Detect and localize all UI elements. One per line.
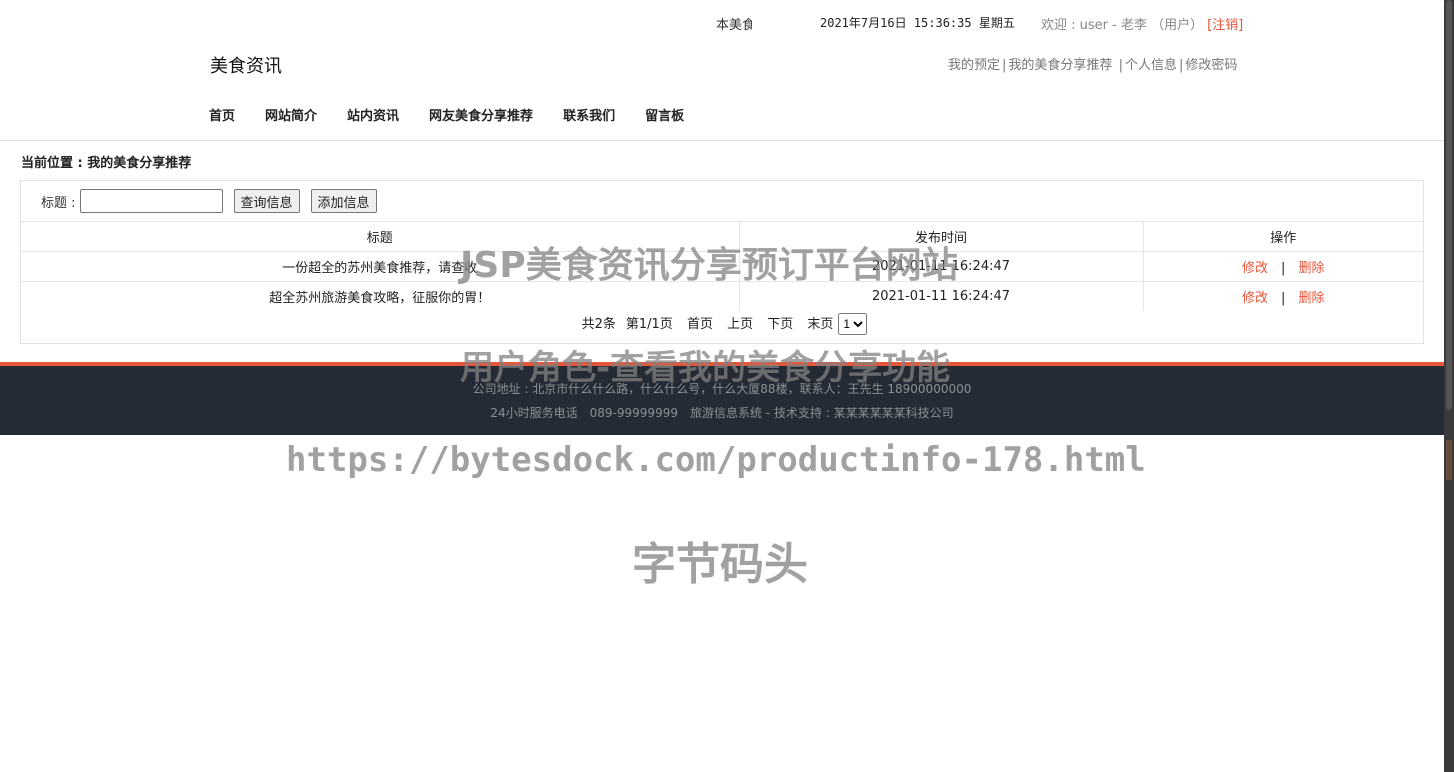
nav-food-shares[interactable]: 网友美食分享推荐 (429, 105, 533, 124)
column-header-title: 标题 (21, 221, 739, 252)
row-title: 超全苏州旅游美食攻略，征服你的胃！ (21, 281, 739, 311)
add-button[interactable]: 添加信息 (310, 189, 377, 213)
table-row: 超全苏州旅游美食攻略，征服你的胃！ 2021-01-11 16:24:47 修改… (21, 281, 1423, 311)
nav-home[interactable]: 首页 (209, 105, 235, 124)
scrollbar-thumb[interactable] (1446, 0, 1452, 410)
vertical-scrollbar[interactable] (1444, 0, 1454, 772)
my-food-shares-link[interactable]: 我的美食分享推荐 (1008, 58, 1112, 73)
nav-guestbook[interactable]: 留言板 (645, 105, 684, 124)
footer: 公司地址 : 北京市什么什么路，什么什么号，什么大厦88楼，联系人：王先生 18… (0, 362, 1444, 435)
watermark-url: https://bytesdock.com/productinfo-178.ht… (286, 440, 1146, 480)
prev-page-link[interactable]: 上页 (727, 317, 753, 332)
profile-link[interactable]: 个人信息 (1125, 58, 1177, 73)
top-bar: 本美食 2021年7月16日 15:36:35 星期五 欢迎 : user - … (0, 14, 1444, 34)
scrollbar-marker (1446, 440, 1452, 480)
column-header-actions: 操作 (1142, 221, 1423, 252)
separator: | (1118, 58, 1123, 73)
main-nav: 首页 网站简介 站内资讯 网友美食分享推荐 联系我们 留言板 (209, 105, 714, 124)
delete-link[interactable]: 删除 (1298, 291, 1324, 306)
welcome-user: 欢迎 : user - 老李 （用户） (1041, 18, 1204, 33)
query-button[interactable]: 查询信息 (233, 189, 300, 213)
nav-contact[interactable]: 联系我们 (563, 105, 615, 124)
page: 本美食 2021年7月16日 15:36:35 星期五 欢迎 : user - … (0, 0, 1444, 772)
total-count: 共2条 (581, 317, 616, 332)
site-brand[interactable]: 美食资讯 (210, 52, 282, 78)
nav-news[interactable]: 站内资讯 (347, 105, 399, 124)
row-title: 一份超全的苏州美食推荐，请查收 (21, 251, 739, 282)
content-panel: 标题 : 查询信息 添加信息 标题 发布时间 操作 一份超全的苏州美食推荐，请查… (20, 180, 1424, 344)
current-datetime: 2021年7月16日 15:36:35 星期五 (820, 16, 1015, 30)
table-row: 一份超全的苏州美食推荐，请查收 2021-01-11 16:24:47 修改 | 删… (21, 251, 1423, 282)
title-search-input[interactable] (79, 189, 223, 213)
separator: | (1178, 58, 1184, 73)
watermark-brand: 字节码头 (632, 539, 808, 590)
welcome-text: 欢迎 : user - 老李 （用户） [注销] (1041, 14, 1243, 33)
last-page-link[interactable]: 末页 (807, 317, 833, 332)
action-separator: | (1281, 291, 1286, 306)
title-label: 标题 : (41, 195, 76, 211)
edit-link[interactable]: 修改 (1242, 291, 1268, 306)
delete-link[interactable]: 删除 (1298, 261, 1324, 276)
action-separator: | (1281, 261, 1286, 276)
breadcrumb: 当前位置 : 我的美食分享推荐 (21, 156, 192, 171)
first-page-link[interactable]: 首页 (687, 317, 713, 332)
marquee-text: 本美食 (716, 18, 752, 33)
footer-service: 24小时服务电话 089-99999999 旅游信息系统 - 技术支持 : 某某… (490, 406, 954, 420)
table-header-row: 标题 发布时间 操作 (21, 221, 1423, 252)
row-actions: 修改 | 删除 (1142, 251, 1423, 282)
footer-address: 公司地址 : 北京市什么什么路，什么什么号，什么大厦88楼，联系人：王先生 18… (472, 382, 972, 396)
change-password-link[interactable]: 修改密码 (1185, 58, 1237, 73)
column-header-time: 发布时间 (738, 221, 1143, 252)
search-row: 标题 : 查询信息 添加信息 (41, 189, 377, 213)
edit-link[interactable]: 修改 (1242, 261, 1268, 276)
nav-about[interactable]: 网站简介 (265, 105, 317, 124)
row-time: 2021-01-11 16:24:47 (738, 251, 1143, 282)
logout-link[interactable]: [注销] (1207, 18, 1243, 33)
share-table: 标题 发布时间 操作 一份超全的苏州美食推荐，请查收 2021-01-11 16… (21, 221, 1423, 311)
row-time: 2021-01-11 16:24:47 (738, 281, 1143, 311)
my-reservations-link[interactable]: 我的预定 (948, 58, 1000, 73)
user-menu: 我的预定 | 我的美食分享推荐 | 个人信息 | 修改密码 (948, 54, 1237, 73)
row-actions: 修改 | 删除 (1142, 281, 1423, 311)
page-select[interactable]: 1 (838, 313, 868, 335)
header-divider (0, 140, 1444, 141)
pagination: 共2条 第1/1页 首页 上页 下页 末页 1 (21, 313, 1423, 335)
next-page-link[interactable]: 下页 (767, 317, 793, 332)
separator: | (1002, 58, 1007, 73)
page-indicator: 第1/1页 (625, 317, 673, 332)
